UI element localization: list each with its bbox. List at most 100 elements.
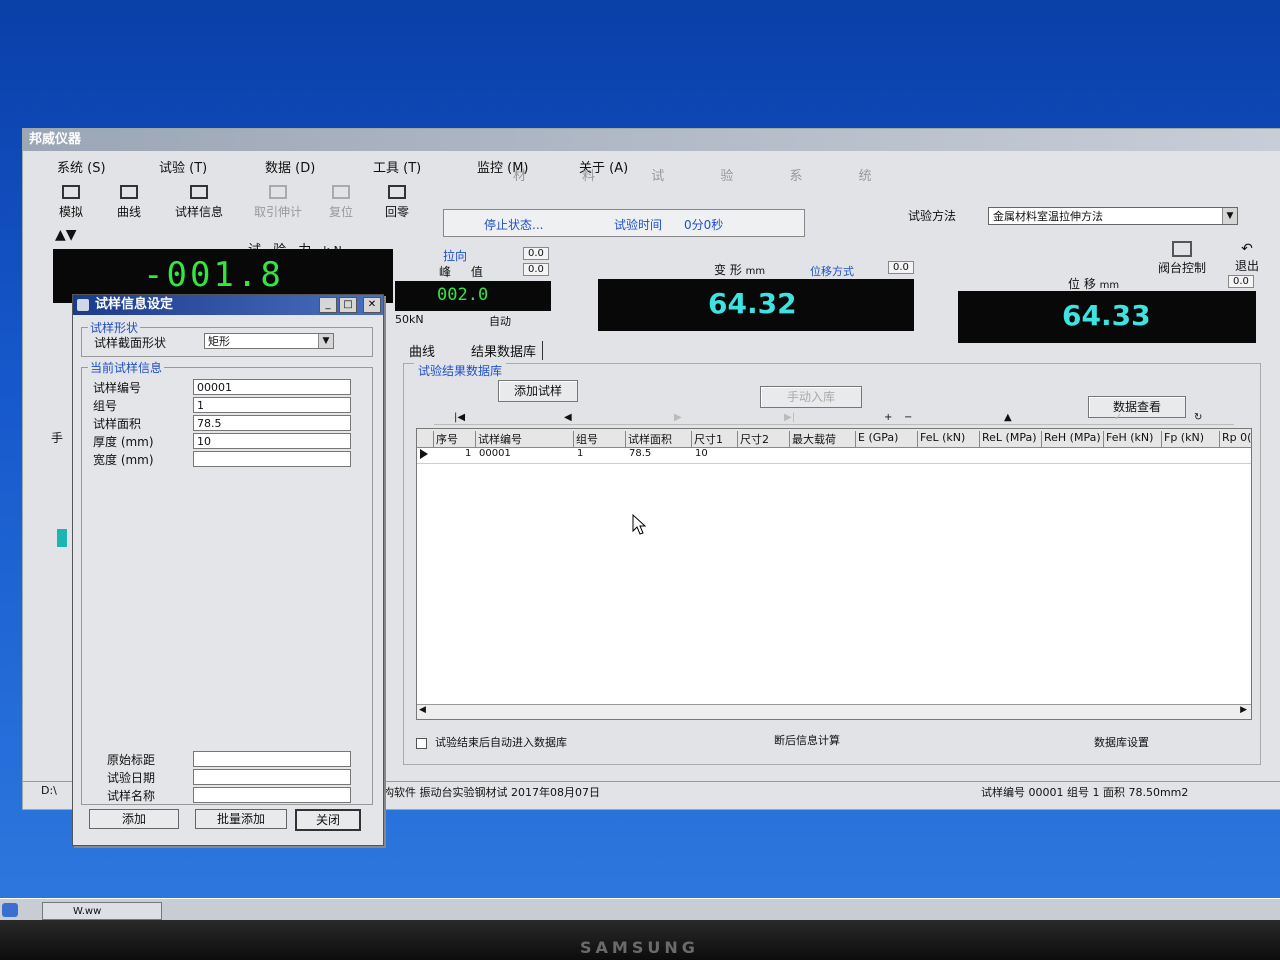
test-date-input[interactable] bbox=[193, 769, 351, 785]
maximize-icon[interactable]: □ bbox=[339, 297, 357, 313]
batch-add-button[interactable]: 批量添加 bbox=[195, 809, 287, 829]
deformation-panel: 变 形 mm 位移方式 0.0 64.32 bbox=[598, 257, 914, 331]
group-label: 组号 bbox=[93, 399, 118, 413]
gauge-length-input[interactable] bbox=[193, 751, 351, 767]
menu-data[interactable]: 数据 (D) bbox=[265, 157, 315, 176]
auto-db-checkbox[interactable] bbox=[416, 737, 427, 749]
shape-select[interactable]: 矩形 ▼ bbox=[204, 333, 334, 349]
extensometer-button[interactable]: 取引伸计 bbox=[243, 185, 313, 220]
close-icon[interactable]: ✕ bbox=[363, 297, 381, 313]
col-max-load[interactable]: 最大载荷 bbox=[789, 431, 856, 447]
post-break-calc-button[interactable]: 断后信息计算 bbox=[774, 732, 840, 748]
status-sample-summary: 试样编号 00001 组号 1 面积 78.50mm2 bbox=[981, 786, 1189, 799]
exit-icon: ↶ bbox=[1241, 241, 1253, 257]
chevron-down-icon[interactable]: ▼ bbox=[1222, 208, 1237, 224]
scroll-right-icon[interactable]: ▶ bbox=[1240, 705, 1247, 715]
menu-test[interactable]: 试验 (T) bbox=[159, 157, 207, 176]
delete-record-icon[interactable]: − bbox=[904, 412, 912, 423]
width-input[interactable] bbox=[193, 451, 351, 467]
force-value: -001.8 bbox=[143, 255, 284, 295]
cell-group: 1 bbox=[577, 448, 584, 459]
taskbar-app-item[interactable]: W.ww bbox=[42, 902, 162, 920]
displacement-display: 64.33 bbox=[958, 291, 1256, 343]
first-record-icon[interactable]: |◀ bbox=[454, 412, 465, 423]
curve-button[interactable]: 曲线 bbox=[101, 185, 157, 220]
app-title: 邦威仪器 bbox=[23, 129, 1280, 151]
test-method-select[interactable]: 金属材料室温拉伸方法 ▼ bbox=[988, 207, 1238, 225]
test-method-label: 试验方法 bbox=[908, 209, 957, 223]
add-sample-button[interactable]: 添加试样 bbox=[498, 380, 578, 402]
start-icon[interactable] bbox=[2, 903, 18, 917]
simulate-button[interactable]: 模拟 bbox=[43, 185, 99, 220]
extensometer-icon bbox=[269, 185, 287, 199]
post-record-icon[interactable]: ✓ bbox=[1114, 412, 1122, 423]
valve-control-button[interactable]: 阀台控制 bbox=[1158, 241, 1206, 276]
displacement-label-text: 位 移 bbox=[1068, 277, 1096, 291]
col-e[interactable]: E (GPa) bbox=[855, 431, 918, 447]
table-row[interactable]: 1 00001 1 78.5 10 bbox=[417, 447, 1251, 464]
close-button[interactable]: 关闭 bbox=[295, 809, 361, 831]
simulate-label: 模拟 bbox=[58, 205, 83, 219]
test-time-value: 0分0秒 bbox=[684, 218, 724, 232]
deformation-mode[interactable]: 位移方式 bbox=[810, 263, 854, 279]
group-input[interactable]: 1 bbox=[193, 397, 351, 413]
peak-small-b: 0.0 bbox=[523, 263, 549, 276]
test-date-label: 试验日期 bbox=[107, 771, 156, 785]
menu-tools[interactable]: 工具 (T) bbox=[373, 157, 421, 176]
col-reh[interactable]: ReH (MPa) bbox=[1041, 431, 1104, 447]
col-rel[interactable]: ReL (MPa) bbox=[979, 431, 1042, 447]
zero-button[interactable]: 回零 bbox=[369, 185, 425, 220]
area-input[interactable]: 78.5 bbox=[193, 415, 351, 431]
up-down-arrows-icon[interactable]: ▲▼ bbox=[55, 227, 77, 243]
scroll-left-icon[interactable]: ◀ bbox=[419, 705, 426, 715]
sample-info-button[interactable]: 试样信息 bbox=[163, 185, 235, 220]
col-size2[interactable]: 尺寸2 bbox=[737, 431, 790, 447]
cell-size1: 10 bbox=[695, 448, 708, 459]
col-sample-id[interactable]: 试样编号 bbox=[475, 431, 574, 447]
results-grid[interactable]: 序号 试样编号 组号 试样面积 尺寸1 尺寸2 最大载荷 E (GPa) FeL… bbox=[416, 428, 1252, 720]
peak-label: 峰 值 bbox=[439, 265, 491, 279]
dialog-app-icon bbox=[77, 299, 89, 311]
test-method-value: 金属材料室温拉伸方法 bbox=[993, 210, 1103, 223]
col-rp[interactable]: Rp 0( bbox=[1219, 431, 1252, 447]
tab-result-db[interactable]: 结果数据库 bbox=[471, 341, 544, 360]
cell-index: 1 bbox=[465, 448, 472, 459]
sample-id-input[interactable]: 00001 bbox=[193, 379, 351, 395]
col-index[interactable]: 序号 bbox=[433, 431, 476, 447]
deformation-value: 64.32 bbox=[708, 287, 797, 320]
status-path: D:\ bbox=[41, 784, 57, 797]
next-record-icon[interactable]: ▶ bbox=[674, 412, 682, 423]
insert-record-icon[interactable]: + bbox=[884, 412, 892, 423]
mouse-cursor-icon bbox=[632, 514, 647, 535]
db-settings-button[interactable]: 数据库设置 bbox=[1094, 734, 1149, 750]
col-feh[interactable]: FeH (kN) bbox=[1103, 431, 1162, 447]
tab-curve[interactable]: 曲线 bbox=[409, 341, 435, 360]
shape-value: 矩形 bbox=[208, 335, 230, 348]
manual-store-button[interactable]: 手动入库 bbox=[760, 386, 862, 408]
width-label: 宽度 (mm) bbox=[93, 453, 154, 467]
chevron-down-icon[interactable]: ▼ bbox=[318, 334, 333, 348]
peak-mode[interactable]: 自动 bbox=[489, 313, 511, 329]
last-record-icon[interactable]: ▶| bbox=[784, 412, 795, 423]
menu-system[interactable]: 系统 (S) bbox=[57, 157, 106, 176]
refresh-icon[interactable]: ↻ bbox=[1194, 412, 1202, 423]
thickness-input[interactable]: 10 bbox=[193, 433, 351, 449]
add-button[interactable]: 添加 bbox=[89, 809, 179, 829]
col-size1[interactable]: 尺寸1 bbox=[691, 431, 738, 447]
sample-info-dialog: 试样信息设定 _ □ ✕ 试样形状 试样截面形状 矩形 ▼ 当前试样信息 试样编… bbox=[72, 294, 384, 846]
auto-db-option[interactable]: 试验结束后自动进入数据库 bbox=[416, 734, 567, 750]
edit-record-icon[interactable]: ▲ bbox=[1004, 412, 1012, 423]
col-fel[interactable]: FeL (kN) bbox=[917, 431, 980, 447]
reset-button[interactable]: 复位 bbox=[313, 185, 369, 220]
deformation-display: 64.32 bbox=[598, 279, 914, 331]
horizontal-scrollbar[interactable]: ◀ ▶ bbox=[417, 704, 1251, 719]
col-fp[interactable]: Fp (kN) bbox=[1161, 431, 1220, 447]
col-area[interactable]: 试样面积 bbox=[625, 431, 692, 447]
exit-button[interactable]: ↶ 退出 bbox=[1235, 241, 1259, 274]
displacement-small: 0.0 bbox=[1228, 275, 1254, 288]
prev-record-icon[interactable]: ◀ bbox=[564, 412, 572, 423]
sample-name-input[interactable] bbox=[193, 787, 351, 803]
monitor-brand-logo: SAMSUNG bbox=[580, 938, 699, 957]
minimize-icon[interactable]: _ bbox=[319, 297, 337, 313]
col-group[interactable]: 组号 bbox=[573, 431, 626, 447]
